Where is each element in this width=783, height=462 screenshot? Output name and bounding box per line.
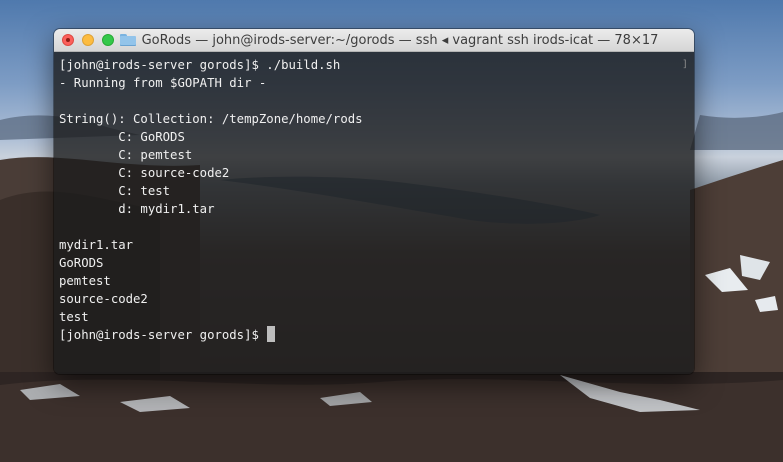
terminal-line: mydir1.tar	[59, 238, 134, 252]
terminal-line: d: mydir1.tar	[59, 202, 215, 216]
terminal-line: [john@irods-server gorods]$ ./build.sh	[59, 58, 341, 72]
terminal-line: GoRODS	[59, 256, 104, 270]
scroll-indicator: ]	[681, 59, 688, 70]
folder-icon	[119, 34, 136, 46]
window-title: GoRods — john@irods-server:~/gorods — ss…	[141, 32, 659, 48]
terminal-line: C: source-code2	[59, 166, 230, 180]
terminal-line: String(): Collection: /tempZone/home/rod…	[59, 112, 363, 126]
window-titlebar[interactable]: GoRods — john@irods-server:~/gorods — ss…	[54, 29, 694, 52]
terminal-prompt-line[interactable]: [john@irods-server gorods]$	[59, 326, 363, 344]
terminal-lines: [john@irods-server gorods]$ ./build.sh -…	[59, 56, 363, 344]
terminal-window[interactable]: GoRods — john@irods-server:~/gorods — ss…	[54, 29, 694, 374]
cursor	[267, 326, 276, 342]
terminal-line: source-code2	[59, 292, 148, 306]
prompt-text: [john@irods-server gorods]$	[59, 328, 267, 342]
terminal-line: - Running from $GOPATH dir -	[59, 76, 267, 90]
terminal-line: C: pemtest	[59, 148, 193, 162]
window-title-container: GoRods — john@irods-server:~/gorods — ss…	[54, 29, 694, 51]
terminal-line: pemtest	[59, 274, 111, 288]
terminal-line: test	[59, 310, 89, 324]
terminal-output[interactable]: ] [john@irods-server gorods]$ ./build.sh…	[54, 52, 694, 374]
terminal-line: C: test	[59, 184, 171, 198]
terminal-line: C: GoRODS	[59, 130, 185, 144]
